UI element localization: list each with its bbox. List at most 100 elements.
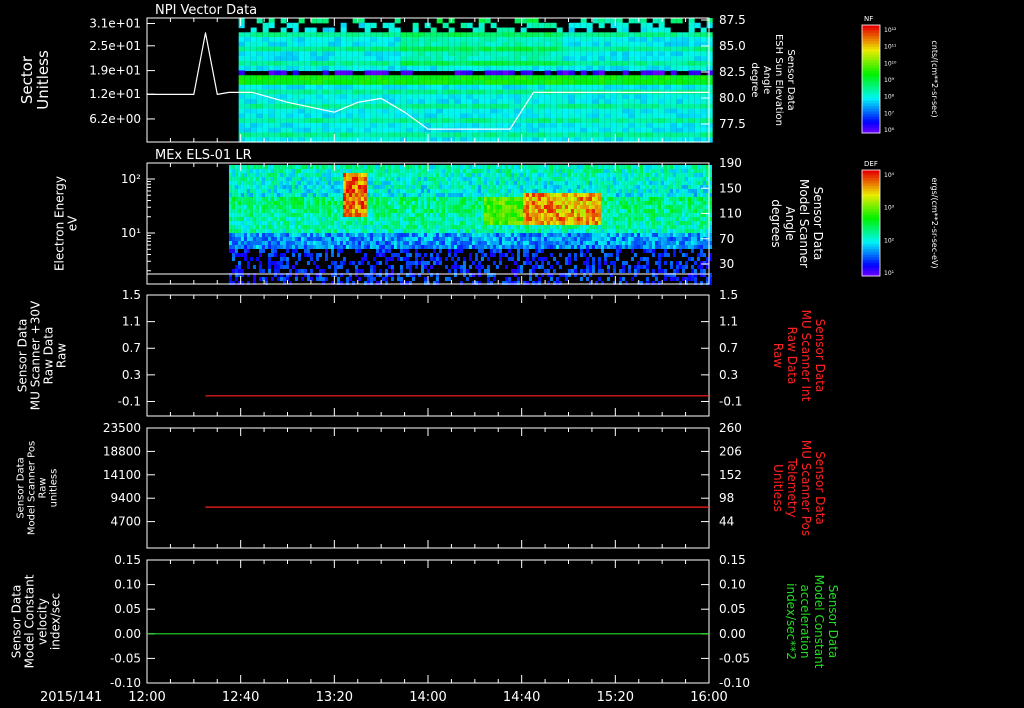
npi-cell <box>526 18 533 24</box>
npi-cell <box>688 27 695 33</box>
npi-cell <box>262 132 269 138</box>
els-cell <box>687 213 691 217</box>
els-cell <box>549 189 553 193</box>
els-cell <box>423 201 427 205</box>
els-cell <box>300 185 304 189</box>
els-cell <box>699 189 703 193</box>
els-cell <box>288 221 292 225</box>
els-cell <box>549 229 553 233</box>
els-cell <box>513 221 517 225</box>
els-cell <box>468 193 472 197</box>
npi-cell <box>484 65 491 72</box>
els-cell <box>603 177 607 181</box>
npi-cell <box>670 108 677 114</box>
els-cell <box>465 205 469 209</box>
npi-cell <box>694 80 701 86</box>
els-cell <box>696 165 700 169</box>
els-cell <box>456 217 460 221</box>
els-cell <box>378 241 382 245</box>
els-cell <box>390 193 394 197</box>
els-cell <box>492 221 496 225</box>
els-cell <box>315 213 319 217</box>
els-cell <box>264 229 268 233</box>
npi-cell <box>418 56 425 62</box>
els-cell <box>297 201 301 205</box>
npi-cell <box>460 84 467 91</box>
npi-cell <box>394 84 401 91</box>
npi-cell <box>424 103 431 110</box>
els-cell <box>300 189 304 193</box>
npi-cell <box>502 99 509 105</box>
npi-cell <box>304 32 311 38</box>
els-cell <box>645 177 649 181</box>
els-cell <box>372 177 376 181</box>
npi-cell <box>274 70 281 76</box>
npi-cell <box>454 70 461 76</box>
els-cell <box>666 193 670 197</box>
npi-cell <box>694 60 701 67</box>
npi-cell <box>694 127 701 134</box>
els-cell <box>516 233 520 237</box>
els-cell <box>435 189 439 193</box>
els-cell <box>630 181 634 185</box>
npi-cell <box>700 99 707 105</box>
els-cell <box>696 229 700 233</box>
npi-cell <box>454 51 461 57</box>
els-cell <box>309 173 313 177</box>
npi-cell <box>700 94 707 100</box>
els-cell <box>273 169 277 173</box>
els-cell <box>540 165 544 169</box>
els-cell <box>474 201 478 205</box>
els-cell <box>351 201 355 205</box>
npi-cell <box>688 75 695 81</box>
els-cell <box>249 221 253 225</box>
els-cell <box>381 209 385 213</box>
npi-cell <box>496 89 503 95</box>
els-cell <box>438 229 442 233</box>
npi-cell <box>412 108 419 114</box>
els-cell <box>561 189 565 193</box>
els-cell <box>687 173 691 177</box>
els-cell <box>690 169 694 173</box>
els-cell <box>261 213 265 217</box>
npi-cell <box>448 122 455 129</box>
els-cell <box>426 189 430 193</box>
els-cell <box>453 173 457 177</box>
els-cell <box>594 177 598 181</box>
npi-cell <box>346 89 353 95</box>
els-cell <box>393 177 397 181</box>
npi-cell <box>586 118 593 124</box>
npi-cell <box>532 108 539 114</box>
els-cell <box>627 213 631 217</box>
npi-cell <box>634 103 641 110</box>
els-cell <box>360 229 364 233</box>
els-cell <box>234 193 238 197</box>
npi-cell <box>346 46 353 52</box>
npi-cell <box>322 89 329 95</box>
els-cell <box>681 173 685 177</box>
els-cell <box>384 189 388 193</box>
els-cell <box>297 233 301 237</box>
npi-cell <box>412 27 419 33</box>
npi-cell <box>628 32 635 38</box>
npi-cell <box>376 113 383 119</box>
els-cell <box>237 237 241 241</box>
npi-cell <box>268 80 275 86</box>
npi-cell <box>394 41 401 48</box>
npi-cell <box>484 60 491 67</box>
els-cell <box>690 217 694 221</box>
els-cell <box>687 217 691 221</box>
npi-cell <box>688 80 695 86</box>
els-cell <box>534 237 538 241</box>
els-cell <box>510 201 514 205</box>
els-cell <box>279 233 283 237</box>
npi-cell <box>418 103 425 110</box>
els-cell <box>453 201 457 205</box>
els-cell <box>354 221 358 225</box>
els-cell <box>393 209 397 213</box>
els-cell <box>339 185 343 189</box>
npi-cell <box>556 113 563 119</box>
els-cell <box>702 221 706 225</box>
els-cell <box>693 225 697 229</box>
els-cell <box>612 217 616 221</box>
